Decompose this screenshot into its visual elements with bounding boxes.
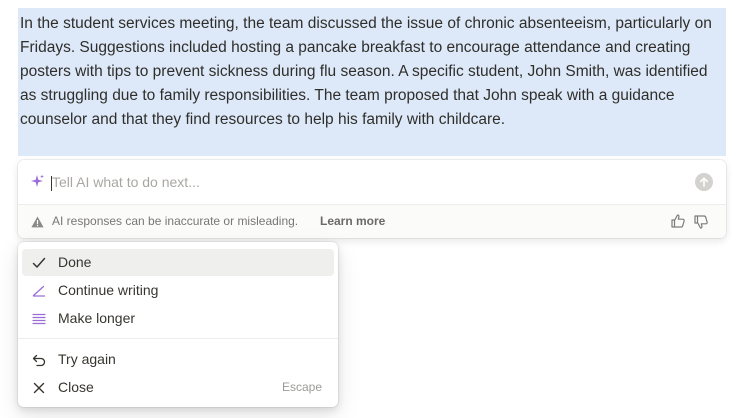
- learn-more-link[interactable]: Learn more: [320, 214, 385, 228]
- ai-generated-text: In the student services meeting, the tea…: [18, 8, 726, 156]
- menu-item-label: Make longer: [58, 310, 136, 326]
- menu-item-close[interactable]: Close Escape: [22, 374, 334, 401]
- checkmark-icon: [31, 255, 47, 271]
- ai-disclaimer-footer: AI responses can be inaccurate or mislea…: [18, 205, 726, 238]
- sparkle-icon: [30, 174, 44, 188]
- pen-icon: [31, 283, 47, 299]
- page: In the student services meeting, the tea…: [0, 0, 737, 418]
- ai-disclaimer-text: AI responses can be inaccurate or mislea…: [52, 214, 299, 228]
- menu-item-label: Done: [58, 254, 92, 270]
- arrow-up-icon: [699, 177, 709, 187]
- keyboard-shortcut: Escape: [281, 380, 322, 394]
- text-lines-icon: [31, 311, 47, 327]
- menu-item-make-longer[interactable]: Make longer: [22, 305, 334, 332]
- submit-button[interactable]: [695, 173, 713, 191]
- undo-icon: [31, 352, 47, 368]
- menu-item-label: Close: [58, 379, 94, 395]
- menu-item-continue-writing[interactable]: Continue writing: [22, 277, 334, 304]
- warning-icon: [31, 215, 44, 228]
- menu-item-try-again[interactable]: Try again: [22, 346, 334, 373]
- ai-action-menu: Done Continue writing Make longer Try ag…: [18, 242, 338, 407]
- menu-item-label: Try again: [58, 351, 116, 367]
- close-icon: [31, 380, 47, 396]
- menu-item-label: Continue writing: [58, 282, 159, 298]
- ai-input-row: [18, 160, 726, 204]
- menu-item-done[interactable]: Done: [22, 249, 334, 276]
- ai-prompt-box: AI responses can be inaccurate or mislea…: [18, 160, 726, 238]
- menu-divider: [18, 338, 338, 339]
- ai-prompt-input[interactable]: [52, 171, 652, 193]
- thumbs-down-icon[interactable]: [693, 214, 709, 230]
- thumbs-up-icon[interactable]: [670, 213, 686, 229]
